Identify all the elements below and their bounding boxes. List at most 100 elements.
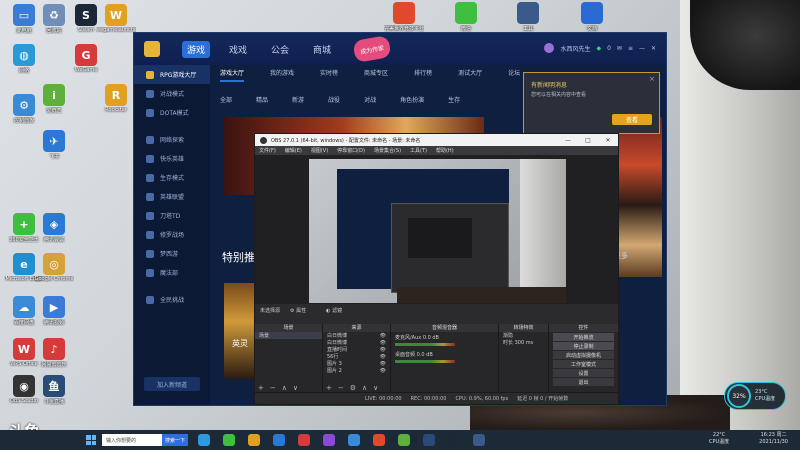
remove-icon[interactable]: − <box>338 384 344 392</box>
visibility-icon[interactable]: 👁 <box>380 368 386 374</box>
clock[interactable]: 16:23 周二 2021/11/30 <box>759 432 788 446</box>
game-card-title[interactable]: 英灵 <box>232 338 248 349</box>
obs-menu-item[interactable]: 停靠窗口(D) <box>337 147 365 154</box>
desktop-icon[interactable]: ◍ 网络 <box>4 44 44 74</box>
add-icon[interactable]: + <box>326 384 332 392</box>
desktop-icon[interactable]: 文档 <box>572 2 612 32</box>
source-item[interactable]: 图片 2 👁 <box>323 367 390 375</box>
obs-menu-item[interactable]: 文件(F) <box>259 147 276 154</box>
launcher-subtab[interactable]: 对战 <box>364 95 376 104</box>
avatar[interactable] <box>544 43 555 53</box>
properties-button[interactable]: ⚙ 属性 <box>290 307 316 314</box>
visibility-icon[interactable]: 👁 <box>380 347 386 353</box>
taskbar-app-icon[interactable] <box>198 434 210 446</box>
menu-icon[interactable]: ≡ <box>628 45 633 52</box>
sidebar-item[interactable]: 生存模式 <box>134 168 210 187</box>
taskbar-app-icon[interactable] <box>448 434 460 446</box>
mixer-desktop-level[interactable] <box>395 360 455 363</box>
taskbar-search-input[interactable]: 输入你想要的 <box>102 434 162 446</box>
source-item[interactable]: 白日微博 👁 <box>323 332 390 340</box>
user-name[interactable]: 水西风先生 <box>560 44 590 53</box>
desktop-icon[interactable]: ♪ 网易云音乐 <box>34 338 74 368</box>
add-icon[interactable]: + <box>258 384 264 392</box>
launcher-nav-item[interactable]: 戏戏 <box>224 41 252 58</box>
mixer-mic-level[interactable] <box>395 343 455 346</box>
launcher-subtab[interactable]: 生存 <box>448 95 460 104</box>
launcher-tab[interactable]: 实时榜 <box>320 68 338 82</box>
launcher-subtab[interactable]: 精品 <box>256 95 268 104</box>
source-item[interactable]: 直播时间 👁 <box>323 346 390 354</box>
visibility-icon[interactable]: 👁 <box>380 354 386 360</box>
visibility-icon[interactable]: 👁 <box>380 340 386 346</box>
close-icon[interactable]: ✕ <box>651 45 656 52</box>
control-button[interactable]: 设置 <box>553 369 614 377</box>
sidebar-item[interactable]: DOTA模式 <box>134 103 210 122</box>
desktop-icon[interactable]: 完美世界竞技平台 <box>384 2 424 32</box>
desktop-icon[interactable]: 微信 <box>446 2 486 32</box>
game-card-image[interactable] <box>224 283 256 379</box>
popup-close-icon[interactable]: × <box>649 75 655 83</box>
sidebar-item[interactable]: 魔法部 <box>134 263 210 282</box>
source-item[interactable]: 白日微博 👁 <box>323 339 390 347</box>
close-icon[interactable]: ✕ <box>598 137 618 144</box>
control-button[interactable]: 启动虚拟摄像机 <box>553 351 614 359</box>
control-button[interactable]: 退出 <box>553 378 614 386</box>
control-button[interactable]: 工作室模式 <box>553 360 614 368</box>
obs-menu-item[interactable]: 场景集合(S) <box>374 147 401 154</box>
desktop-icon[interactable]: ◎ Google Chrome <box>34 253 74 282</box>
launcher-nav-item[interactable]: 游戏 <box>182 40 211 58</box>
taskbar-app-icon[interactable] <box>223 434 235 446</box>
mixer-channel-mic[interactable]: 麦克风/Aux 0.0 dB <box>391 332 498 349</box>
taskbar-app-icon[interactable] <box>398 434 410 446</box>
launcher-subtab[interactable]: 新游 <box>292 95 304 104</box>
desktop-icon[interactable]: 工具 <box>508 2 548 32</box>
maximize-icon[interactable]: □ <box>578 137 598 144</box>
visibility-icon[interactable]: 👁 <box>380 333 386 339</box>
launcher-tab[interactable]: 测试大厅 <box>458 68 482 82</box>
desktop-icon[interactable]: Wwegamelauncher <box>96 4 136 33</box>
sidebar-item[interactable]: 对战模式 <box>134 84 210 103</box>
obs-menu-item[interactable]: 视图(V) <box>311 147 328 154</box>
launcher-tab[interactable]: 游戏大厅 <box>220 68 245 82</box>
obs-menu-item[interactable]: 帮助(H) <box>436 147 454 154</box>
control-button[interactable]: 开始推流 <box>553 333 614 341</box>
launcher-subtab[interactable]: 全部 <box>220 95 232 104</box>
taskbar-app-icon[interactable] <box>323 434 335 446</box>
mixer-channel-desktop[interactable]: 桌面音频 0.0 dB <box>391 349 498 366</box>
source-item[interactable]: 图片 3 👁 <box>323 360 390 368</box>
obs-preview[interactable] <box>255 155 618 304</box>
launcher-subtab[interactable]: 战役 <box>328 95 340 104</box>
obs-menu-item[interactable]: 编辑(E) <box>285 147 302 154</box>
desktop-icon[interactable]: G WeGame <box>66 44 106 73</box>
launcher-nav-item[interactable]: 公会 <box>266 41 294 58</box>
minimize-icon[interactable]: — <box>558 137 578 144</box>
up-icon[interactable]: ∧ <box>282 384 287 392</box>
scene-item[interactable]: 场景 <box>255 332 322 339</box>
launcher-tab[interactable]: 排行榜 <box>414 68 432 82</box>
cpu-temp-widget[interactable]: 32% 23°C CPU温度 <box>724 382 786 410</box>
transition-select[interactable]: 渐隐 <box>499 332 548 339</box>
launcher-tab[interactable]: 论坛 <box>508 68 520 82</box>
desktop-icon[interactable]: R Rockstar <box>96 84 136 113</box>
taskbar-app-icon[interactable] <box>423 434 435 446</box>
taskbar-app-icon[interactable] <box>473 434 485 446</box>
author-badge[interactable]: 成为作家 <box>352 35 392 63</box>
desktop-icon[interactable]: i 爱奇艺 <box>34 84 74 114</box>
start-icon[interactable] <box>86 435 96 445</box>
down-icon[interactable]: ∨ <box>293 384 298 392</box>
sidebar-item[interactable]: 网络探索 <box>134 130 210 149</box>
taskbar-app-icon[interactable] <box>273 434 285 446</box>
down-icon[interactable]: ∨ <box>373 384 378 392</box>
desktop-icon[interactable]: ◈ 腾讯会议 <box>34 213 74 243</box>
preview-canvas[interactable] <box>309 159 566 303</box>
gear-icon[interactable]: ⚙ <box>350 384 356 392</box>
visibility-icon[interactable]: 👁 <box>380 361 386 367</box>
taskbar-app-icon[interactable] <box>373 434 385 446</box>
up-icon[interactable]: ∧ <box>362 384 367 392</box>
filters-button[interactable]: ◐ 滤镜 <box>326 307 352 314</box>
sidebar-item[interactable]: 英雄联盟 <box>134 187 210 206</box>
join-channel-button[interactable]: 加入新频道 <box>144 377 200 391</box>
sidebar-item[interactable]: 全民挑战 <box>134 290 210 309</box>
taskbar-app-icon[interactable] <box>298 434 310 446</box>
sidebar-item[interactable]: 刀塔TD <box>134 206 210 225</box>
